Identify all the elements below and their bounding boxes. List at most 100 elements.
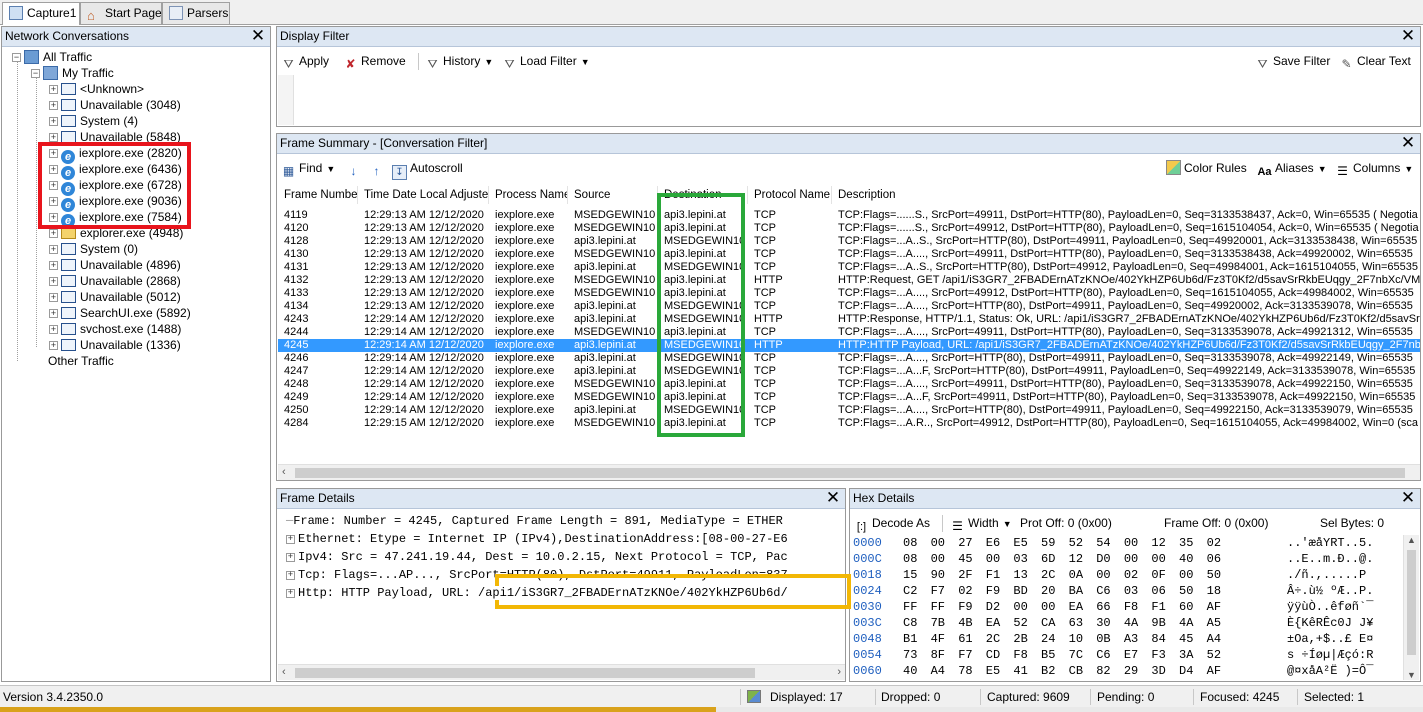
tree-node-process[interactable]: + Unavailable (4896) [49, 257, 181, 273]
close-icon[interactable]: ✕ [250, 27, 266, 44]
column-header[interactable]: Source [568, 186, 658, 204]
expand-icon[interactable]: + [49, 293, 58, 302]
close-icon[interactable]: ✕ [1400, 27, 1416, 44]
close-icon[interactable]: ✕ [825, 489, 841, 506]
expand-icon[interactable]: + [49, 181, 58, 190]
save-filter-button[interactable]: ⛛ Save Filter [1255, 51, 1330, 71]
table-row[interactable]: 4249 12:29:14 AM 12/12/2020 iexplore.exe MS… [278, 391, 1420, 404]
aliases-dropdown[interactable]: Aa Aliases ▼ [1257, 158, 1326, 178]
expand-icon[interactable]: + [286, 535, 295, 544]
table-row[interactable]: 4243 12:29:14 AM 12/12/2020 iexplore.exe ap… [278, 313, 1420, 326]
column-header[interactable]: Protocol Name [748, 186, 832, 204]
find-previous-button[interactable]: ↑ [369, 158, 387, 178]
apply-button[interactable]: ⛛ Apply [281, 51, 329, 71]
collapse-icon[interactable]: − [31, 69, 40, 78]
close-icon[interactable]: ✕ [1400, 134, 1416, 151]
expand-icon[interactable]: + [49, 149, 58, 158]
table-row[interactable]: 4120 12:29:13 AM 12/12/2020 iexplore.exe MS… [278, 222, 1420, 235]
tree-node-process[interactable]: + Unavailable (5848) [49, 129, 181, 145]
column-header[interactable]: Frame Number [278, 186, 358, 204]
table-row[interactable]: 4133 12:29:13 AM 12/12/2020 iexplore.exe MS… [278, 287, 1420, 300]
expand-icon[interactable]: + [286, 571, 295, 580]
tree-node-process[interactable]: + Unavailable (1336) [49, 337, 181, 353]
expand-icon[interactable]: + [49, 341, 58, 350]
close-icon[interactable]: ✕ [1400, 489, 1416, 506]
tree-node-process[interactable]: + Unavailable (5012) [49, 289, 181, 305]
table-row[interactable]: 4132 12:29:13 AM 12/12/2020 iexplore.exe MS… [278, 274, 1420, 287]
table-row[interactable]: 4130 12:29:13 AM 12/12/2020 iexplore.exe MS… [278, 248, 1420, 261]
table-row[interactable]: 4248 12:29:14 AM 12/12/2020 iexplore.exe MS… [278, 378, 1420, 391]
scroll-up-icon[interactable]: ▲ [1407, 535, 1416, 545]
tree-node-process[interactable]: + e iexplore.exe (6436) [49, 161, 182, 180]
filter-text-area[interactable] [295, 75, 1419, 125]
tree-node-process[interactable]: + Unavailable (3048) [49, 97, 181, 113]
expand-icon[interactable]: + [49, 213, 58, 222]
expand-icon[interactable]: + [49, 133, 58, 142]
decode-as-button[interactable]: [:] Decode As [854, 513, 930, 533]
expand-icon[interactable]: + [49, 117, 58, 126]
column-header[interactable]: Description [832, 186, 1420, 204]
remove-button[interactable]: ✘ Remove [343, 51, 405, 71]
horizontal-scrollbar[interactable]: ‹ [278, 464, 1420, 480]
vertical-scrollbar[interactable]: ▲ ▼ [1403, 535, 1419, 680]
table-row[interactable]: 4250 12:29:14 AM 12/12/2020 iexplore.exe ap… [278, 404, 1420, 417]
table-row[interactable]: 4244 12:29:14 AM 12/12/2020 iexplore.exe MS… [278, 326, 1420, 339]
tree-node-process[interactable]: + explorer.exe (4948) [49, 225, 183, 241]
table-row[interactable]: 4246 12:29:14 AM 12/12/2020 iexplore.exe ap… [278, 352, 1420, 365]
expand-icon[interactable]: + [49, 101, 58, 110]
tree-node-process[interactable]: + System (0) [49, 241, 138, 257]
tree-node-process[interactable]: + svchost.exe (1488) [49, 321, 181, 337]
tree-node-process[interactable]: + e iexplore.exe (6728) [49, 177, 182, 196]
frame-detail-http[interactable]: + Http: HTTP Payload, URL: /api1/iS3GR7_2… [286, 584, 788, 602]
tab-parsers[interactable]: Parsers [162, 2, 230, 24]
tree-node-process[interactable]: + <Unknown> [49, 81, 144, 97]
tree-node-my-traffic[interactable]: − My Traffic [31, 65, 114, 81]
frame-detail-tcp[interactable]: + Tcp: Flags=...AP..., SrcPort=HTTP(80), … [286, 566, 788, 584]
history-dropdown[interactable]: ⛛ History ▼ [425, 51, 493, 71]
clear-text-button[interactable]: ✎ Clear Text [1339, 51, 1410, 71]
tree-node-all-traffic[interactable]: − All Traffic [12, 49, 92, 65]
expand-icon[interactable]: + [49, 85, 58, 94]
column-header[interactable]: Destination [658, 186, 748, 204]
table-row[interactable]: 4119 12:29:13 AM 12/12/2020 iexplore.exe MS… [278, 209, 1420, 222]
column-header[interactable]: Time Date Local Adjusted [358, 186, 489, 204]
tree-node-process[interactable]: + e iexplore.exe (7584) [49, 209, 182, 228]
frame-detail-ipv4[interactable]: + Ipv4: Src = 47.241.19.44, Dest = 10.0.2… [286, 548, 788, 566]
collapse-icon[interactable]: − [12, 53, 21, 62]
tree-node-other-traffic[interactable]: Other Traffic [48, 353, 114, 369]
scroll-left-icon[interactable]: ‹ [282, 465, 286, 480]
scroll-left-icon[interactable]: ‹ [282, 665, 286, 680]
expand-icon[interactable]: + [49, 261, 58, 270]
tree-node-process[interactable]: + e iexplore.exe (9036) [49, 193, 182, 212]
color-rules-button[interactable]: Color Rules [1166, 158, 1247, 178]
scrollbar-thumb[interactable] [295, 668, 755, 678]
find-dropdown[interactable]: ▦ Find ▼ [281, 158, 335, 178]
table-row[interactable]: 4131 12:29:13 AM 12/12/2020 iexplore.exe ap… [278, 261, 1420, 274]
columns-dropdown[interactable]: ☰ Columns ▼ [1335, 158, 1413, 178]
tree-node-process[interactable]: + SearchUI.exe (5892) [49, 305, 191, 321]
expand-icon[interactable]: + [49, 325, 58, 334]
expand-icon[interactable]: + [49, 245, 58, 254]
table-row[interactable]: 4128 12:29:13 AM 12/12/2020 iexplore.exe ap… [278, 235, 1420, 248]
table-row[interactable]: 4284 12:29:15 AM 12/12/2020 iexplore.exe MS… [278, 417, 1420, 430]
scrollbar-thumb[interactable] [1407, 550, 1416, 655]
load-filter-dropdown[interactable]: ⛛ Load Filter ▼ [502, 51, 589, 71]
table-row[interactable]: 4247 12:29:14 AM 12/12/2020 iexplore.exe ap… [278, 365, 1420, 378]
scroll-right-icon[interactable]: › [837, 665, 841, 680]
column-header[interactable]: Process Name [489, 186, 568, 204]
tree-node-process[interactable]: + e iexplore.exe (2820) [49, 145, 182, 164]
tab-start-page[interactable]: ⌂ Start Page [80, 2, 162, 24]
expand-icon[interactable]: + [286, 589, 295, 598]
expand-icon[interactable]: + [49, 165, 58, 174]
scrollbar-thumb[interactable] [295, 468, 1405, 478]
width-dropdown[interactable]: ☰ Width ▼ [950, 513, 1012, 533]
scroll-down-icon[interactable]: ▼ [1407, 670, 1416, 680]
expand-icon[interactable]: + [49, 197, 58, 206]
tree-node-process[interactable]: + Unavailable (2868) [49, 273, 181, 289]
horizontal-scrollbar[interactable]: ‹ › [278, 664, 845, 680]
autoscroll-button[interactable]: ↧ Autoscroll [392, 158, 463, 180]
find-next-button[interactable]: ↓ [346, 158, 364, 178]
expand-icon[interactable]: + [49, 277, 58, 286]
expand-icon[interactable]: + [49, 229, 58, 238]
tree-node-process[interactable]: + System (4) [49, 113, 138, 129]
